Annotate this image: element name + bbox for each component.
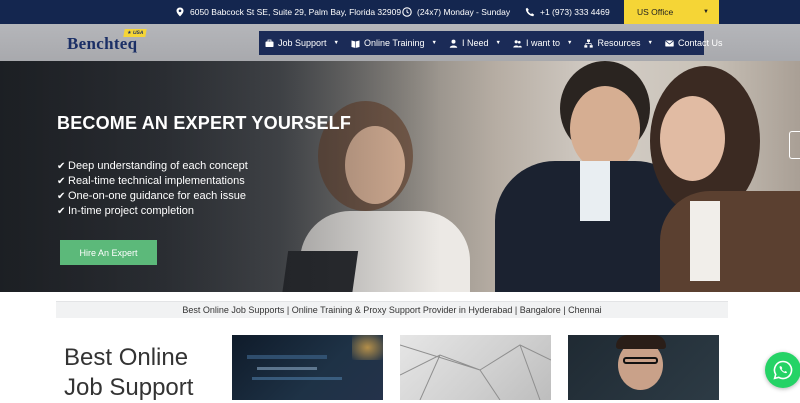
- network-lines-graphic: [400, 344, 551, 400]
- check-icon: ✔: [57, 161, 66, 172]
- caret-down-icon: ▼: [333, 40, 339, 46]
- menu-label: Online Training: [364, 38, 425, 48]
- hours-info: (24x7) Monday - Sunday: [402, 0, 510, 24]
- address-text: 6050 Babcock St SE, Suite 29, Palm Bay, …: [190, 7, 402, 17]
- top-info-bar: 6050 Babcock St SE, Suite 29, Palm Bay, …: [0, 0, 800, 24]
- briefcase-icon: [265, 39, 274, 48]
- feature-text: One-on-one guidance for each issue: [68, 190, 246, 202]
- caret-down-icon: ▼: [431, 40, 437, 46]
- menu-item-contact-us[interactable]: Contact Us: [659, 31, 729, 55]
- hours-text: (24x7) Monday - Sunday: [417, 7, 511, 17]
- list-item: ✔ Real-time technical implementations: [57, 174, 248, 189]
- office-select[interactable]: US Office ▼: [624, 0, 719, 24]
- menu-label: Contact Us: [677, 38, 723, 48]
- list-item: ✔ Deep understanding of each concept: [57, 159, 248, 174]
- menu-item-online-training[interactable]: Online Training ▼: [345, 31, 443, 55]
- service-card-image[interactable]: [568, 335, 719, 400]
- logo-badge: ★ USA: [123, 29, 148, 37]
- check-icon: ✔: [57, 176, 66, 187]
- check-icon: ✔: [57, 206, 66, 217]
- book-icon: [351, 39, 360, 48]
- caret-down-icon: ▼: [647, 40, 653, 46]
- feature-text: Deep understanding of each concept: [68, 160, 248, 172]
- caret-down-icon: ▼: [495, 40, 501, 46]
- whatsapp-icon: [773, 360, 793, 380]
- envelope-icon: [665, 39, 674, 48]
- map-marker-icon: [175, 7, 185, 17]
- phone-info[interactable]: +1 (973) 333 4469: [525, 0, 610, 24]
- list-item: ✔ One-on-one guidance for each issue: [57, 189, 248, 204]
- clock-icon: [402, 7, 412, 17]
- whatsapp-button[interactable]: [765, 352, 800, 388]
- logo-text: Benchteq: [67, 34, 138, 53]
- hire-expert-button[interactable]: Hire An Expert: [60, 240, 157, 265]
- menu-label: I want to: [525, 38, 561, 48]
- logo[interactable]: Benchteq ★ USA: [67, 29, 148, 57]
- hero-features: ✔ Deep understanding of each concept ✔ Rea…: [57, 159, 248, 219]
- menu-item-i-need[interactable]: I Need ▼: [443, 31, 507, 55]
- phone-icon: [525, 7, 535, 17]
- slider-next-tab[interactable]: [789, 131, 800, 159]
- service-card-image[interactable]: [400, 335, 551, 400]
- menu-label: I Need: [462, 38, 489, 48]
- hero-banner: BECOME AN EXPERT YOURSELF ✔ Deep understa…: [0, 61, 800, 292]
- menu-item-i-want-to[interactable]: I want to ▼: [507, 31, 578, 55]
- menu-label: Job Support: [278, 38, 327, 48]
- phone-text[interactable]: +1 (973) 333 4469: [540, 7, 610, 17]
- users-icon: [513, 39, 522, 48]
- user-icon: [449, 39, 458, 48]
- menu-label: Resources: [597, 38, 641, 48]
- heading-line-1: Best Online: [64, 344, 189, 371]
- section-heading: Best Online Job Support: [64, 343, 193, 403]
- caret-down-icon: ▼: [703, 9, 709, 15]
- sitemap-icon: [584, 39, 594, 48]
- office-select-value: US Office: [637, 7, 674, 17]
- menu-item-job-support[interactable]: Job Support ▼: [259, 31, 345, 55]
- feature-text: Real-time technical implementations: [68, 175, 245, 187]
- hero-title: BECOME AN EXPERT YOURSELF: [57, 113, 352, 133]
- tagline-text: Best Online Job Supports | Online Traini…: [182, 305, 602, 315]
- main-menu: Job Support ▼ Online Training ▼ I Need ▼…: [259, 31, 722, 55]
- list-item: ✔ In-time project completion: [57, 204, 248, 219]
- heading-line-2: Job Support: [64, 374, 194, 401]
- feature-text: In-time project completion: [68, 205, 194, 217]
- caret-down-icon: ▼: [567, 40, 573, 46]
- menu-item-resources[interactable]: Resources ▼: [578, 31, 658, 55]
- check-icon: ✔: [57, 191, 66, 202]
- tagline-bar: Best Online Job Supports | Online Traini…: [56, 301, 728, 318]
- service-card-image[interactable]: [232, 335, 383, 400]
- address-info: 6050 Babcock St SE, Suite 29, Palm Bay, …: [175, 0, 401, 24]
